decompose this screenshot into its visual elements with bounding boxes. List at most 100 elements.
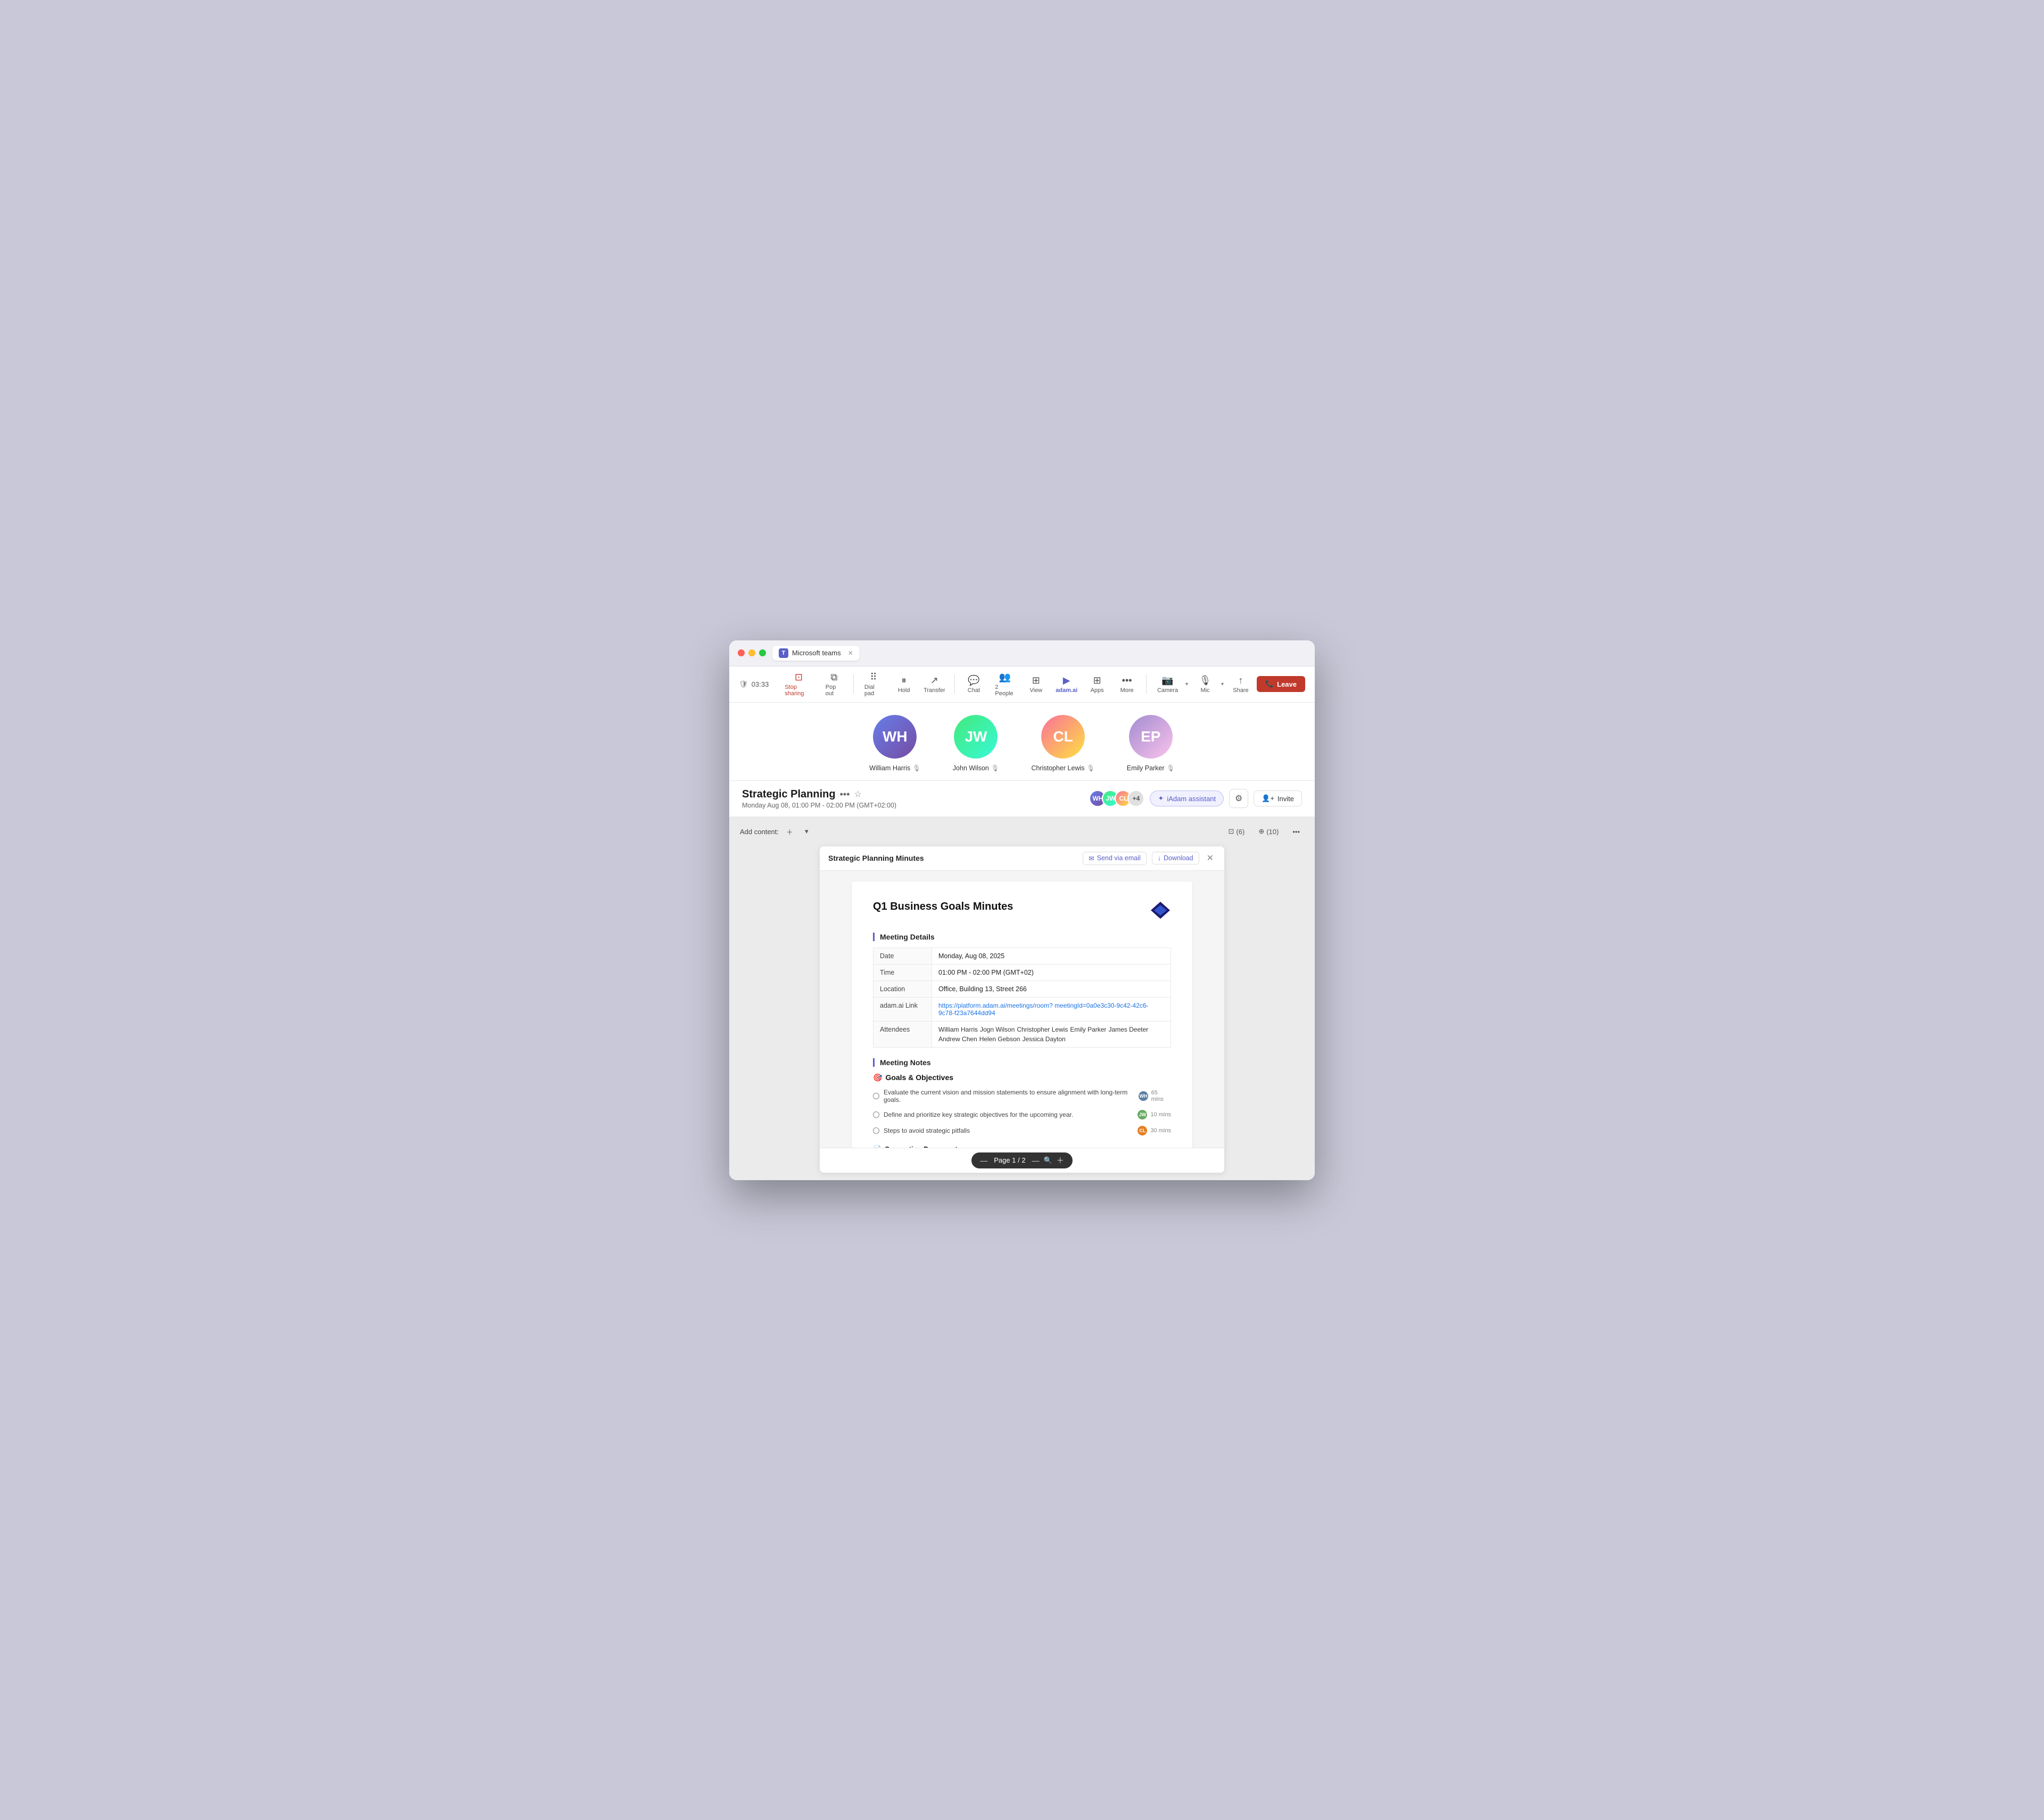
app-tab[interactable]: T Microsoft teams ✕ bbox=[772, 646, 860, 661]
table-row: Date Monday, Aug 08, 2025 bbox=[873, 948, 1171, 964]
attendees-value: William Harris Jogn Wilson Christopher L… bbox=[932, 1021, 1171, 1047]
meeting-details-header: Meeting Details bbox=[873, 933, 1171, 941]
task-time-3: 30 mins bbox=[1150, 1127, 1171, 1134]
add-content-bar: Add content: ＋ ▾ ⊡ (6) ⊕ (10) ••• bbox=[740, 825, 1304, 839]
more-button[interactable]: ••• More bbox=[1113, 673, 1141, 696]
hold-icon: ⏸ bbox=[902, 675, 906, 686]
fire-icon: 🎯 bbox=[873, 1073, 882, 1082]
view-button[interactable]: ⊞ View bbox=[1022, 673, 1050, 696]
meeting-actions: WH JW CL +4 ✦ iAdam assistant ⚙ 👤+ Invit… bbox=[1089, 789, 1302, 808]
camera-button-group[interactable]: 📷 Camera ▼ bbox=[1152, 673, 1189, 696]
doc-panel-header: Strategic Planning Minutes ✉ Send via em… bbox=[820, 846, 1224, 871]
notes-section: Meeting Notes 🎯 Goals & Objectives Evalu… bbox=[873, 1058, 1171, 1135]
camera-button[interactable]: 📷 Camera bbox=[1152, 673, 1183, 696]
iadam-icon: ✦ bbox=[1158, 794, 1164, 803]
dial-pad-button[interactable]: ⠿ Dial pad bbox=[859, 670, 888, 699]
tabs-count-button[interactable]: ⊡ (6) bbox=[1224, 825, 1249, 838]
attendee-tag: James Deeter bbox=[1108, 1026, 1148, 1033]
download-icon: ↓ bbox=[1158, 854, 1161, 862]
attendees-avatars: WH JW CL +4 bbox=[1089, 790, 1144, 807]
document-panel: Strategic Planning Minutes ✉ Send via em… bbox=[820, 846, 1224, 1173]
task-item-1: Evaluate the current vision and mission … bbox=[873, 1089, 1171, 1103]
prev-page-button[interactable]: — bbox=[980, 1156, 987, 1165]
toolbar-divider-1 bbox=[853, 674, 854, 694]
maximize-window-button[interactable] bbox=[759, 649, 766, 656]
add-content-dropdown-button[interactable]: ▾ bbox=[801, 825, 813, 838]
mic-button[interactable]: 🎙 Mic bbox=[1191, 673, 1219, 696]
download-button[interactable]: ↓ Download bbox=[1152, 852, 1199, 864]
task-text-1: Evaluate the current vision and mission … bbox=[884, 1089, 1139, 1103]
doc-close-button[interactable]: ✕ bbox=[1205, 853, 1216, 863]
page-controls: — Page 1 / 2 — 🔍 ＋ bbox=[971, 1152, 1072, 1168]
time-label: Time bbox=[873, 964, 932, 981]
apps-button[interactable]: ⊞ Apps bbox=[1083, 673, 1111, 696]
zoom-in-button[interactable]: ＋ bbox=[1057, 1155, 1064, 1166]
stop-sharing-icon: ⊡ bbox=[795, 672, 803, 683]
participant-william: WH William Harris 🎙 bbox=[869, 713, 920, 772]
iadam-assistant-button[interactable]: ✦ iAdam assistant bbox=[1150, 790, 1224, 806]
pop-out-button[interactable]: ⧉ Pop out bbox=[820, 670, 848, 699]
invite-icon: 👤+ bbox=[1262, 794, 1274, 803]
participant-name-william: William Harris bbox=[869, 764, 910, 772]
people-button[interactable]: 👥 2 People bbox=[990, 670, 1020, 699]
email-icon: ✉ bbox=[1089, 854, 1094, 862]
task-item-2: Define and prioritize key strategic obje… bbox=[873, 1110, 1171, 1119]
avatar-emily: EP bbox=[1127, 713, 1174, 760]
leave-button[interactable]: 📞 Leave bbox=[1257, 676, 1305, 692]
shield-icon: 🛡 bbox=[739, 680, 748, 689]
task-avatar-3: CL bbox=[1138, 1126, 1147, 1135]
meeting-favorite-button[interactable]: ☆ bbox=[854, 789, 862, 800]
content-area: Add content: ＋ ▾ ⊡ (6) ⊕ (10) ••• Strate… bbox=[729, 817, 1315, 1180]
location-value: Office, Building 13, Street 266 bbox=[932, 981, 1171, 997]
meeting-settings-button[interactable]: ⚙ bbox=[1229, 789, 1248, 808]
stop-sharing-button[interactable]: ⊡ Stop sharing bbox=[779, 670, 818, 699]
location-label: Location bbox=[873, 981, 932, 997]
dial-pad-icon: ⠿ bbox=[870, 672, 877, 683]
send-email-button[interactable]: ✉ Send via email bbox=[1083, 852, 1146, 865]
task-avatar-1: WH bbox=[1139, 1091, 1148, 1101]
table-row: Time 01:00 PM - 02:00 PM (GMT+02) bbox=[873, 964, 1171, 981]
task-circle-1 bbox=[873, 1093, 879, 1099]
camera-dropdown-arrow[interactable]: ▼ bbox=[1184, 681, 1189, 687]
mic-off-christopher: 🎙 bbox=[1087, 764, 1095, 772]
doc-body: Q1 Business Goals Minutes Meeting Detail… bbox=[820, 871, 1224, 1148]
more-icon: ••• bbox=[1122, 675, 1132, 686]
phone-icon: 📞 bbox=[1265, 680, 1274, 688]
attendee-tag: Emily Parker bbox=[1070, 1026, 1106, 1033]
teams-icon: T bbox=[779, 648, 788, 658]
minimize-window-button[interactable] bbox=[748, 649, 755, 656]
zoom-controls: — 🔍 ＋ bbox=[1032, 1155, 1064, 1166]
mic-button-group[interactable]: 🎙 Mic ▼ bbox=[1191, 673, 1225, 696]
mic-off-emily: 🎙 bbox=[1167, 764, 1175, 772]
participant-john: JW John Wilson 🎙 bbox=[952, 713, 999, 772]
share-button[interactable]: ↑ Share bbox=[1227, 673, 1255, 696]
layers-icon: ⊕ bbox=[1258, 827, 1264, 836]
mic-icon: 🎙 bbox=[1199, 675, 1211, 686]
adam-link-value: https://platform.adam.ai/meetings/room? … bbox=[932, 997, 1171, 1021]
meeting-more-button[interactable]: ••• bbox=[840, 789, 850, 800]
layers-count-button[interactable]: ⊕ (10) bbox=[1254, 825, 1283, 838]
chat-button[interactable]: 💬 Chat bbox=[960, 673, 987, 696]
zoom-out-button[interactable]: — bbox=[1032, 1156, 1040, 1165]
mic-dropdown-arrow[interactable]: ▼ bbox=[1220, 681, 1225, 687]
tab-close-button[interactable]: ✕ bbox=[848, 649, 853, 657]
page-indicator: Page 1 / 2 bbox=[994, 1156, 1025, 1164]
meeting-info-bar: Strategic Planning ••• ☆ Monday Aug 08, … bbox=[729, 781, 1315, 817]
participant-christopher: CL Christopher Lewis 🎙 bbox=[1031, 713, 1094, 772]
transfer-button[interactable]: ↗ Transfer bbox=[920, 673, 949, 696]
gear-icon: ⚙ bbox=[1235, 793, 1242, 804]
adam-logo-icon bbox=[1150, 901, 1171, 920]
add-content-plus-button[interactable]: ＋ bbox=[782, 825, 797, 839]
content-more-button[interactable]: ••• bbox=[1288, 826, 1304, 838]
tabs-icon: ⊡ bbox=[1229, 827, 1234, 836]
invite-button[interactable]: 👤+ Invite bbox=[1254, 790, 1302, 806]
participant-name-john: John Wilson bbox=[953, 764, 989, 772]
table-row: Attendees William Harris Jogn Wilson Chr… bbox=[873, 1021, 1171, 1047]
attendee-tag: Jogn Wilson bbox=[980, 1026, 1015, 1033]
hold-button[interactable]: ⏸ Hold bbox=[890, 673, 918, 696]
toolbar-divider-3 bbox=[1146, 674, 1147, 694]
adam-button[interactable]: ▶ adam.ai bbox=[1052, 673, 1081, 696]
close-window-button[interactable] bbox=[738, 649, 745, 656]
attendee-tag: Andrew Chen bbox=[938, 1035, 977, 1043]
adam-link-anchor[interactable]: https://platform.adam.ai/meetings/room? … bbox=[938, 1002, 1149, 1017]
